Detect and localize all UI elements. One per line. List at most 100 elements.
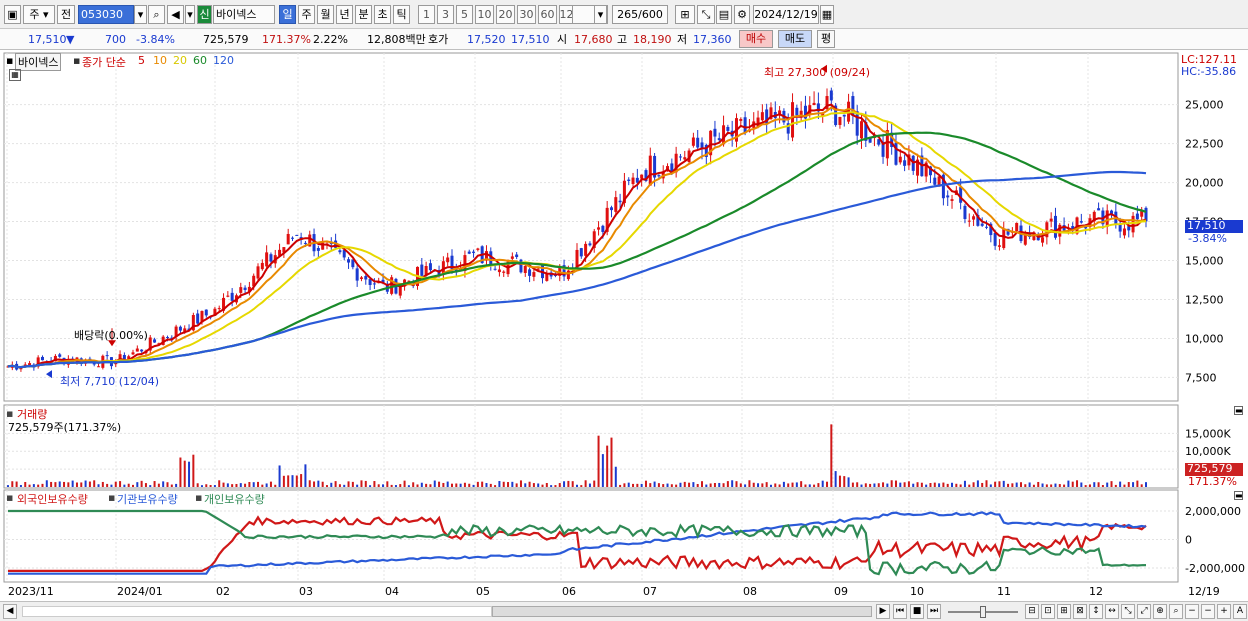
layout-icon[interactable]: ▣	[4, 5, 21, 24]
pyeong-button[interactable]: 평	[817, 30, 835, 48]
candle-body	[760, 112, 764, 121]
holdings-panel-close-icon[interactable]: ▬	[1234, 491, 1243, 500]
font-a-icon[interactable]: A	[1233, 604, 1247, 619]
volume-panel-close-icon[interactable]: ▬	[1234, 406, 1243, 415]
first-icon[interactable]: ⏮	[893, 604, 907, 619]
num-5[interactable]: 5	[456, 5, 473, 24]
holdings-marker-icon: ▪	[6, 491, 14, 504]
period-6[interactable]: 틱	[393, 5, 410, 24]
num-60[interactable]: 60	[538, 5, 557, 24]
code-input[interactable]: 053030	[78, 5, 134, 24]
date-input[interactable]: 2024/12/19	[753, 5, 819, 24]
candle-body	[291, 237, 294, 239]
candle-body	[842, 114, 846, 117]
volume-bar	[28, 484, 31, 487]
tool-d-icon[interactable]: ⊠	[1073, 604, 1087, 619]
save-icon[interactable]: ▤	[716, 5, 732, 24]
jeon-button[interactable]: 전	[57, 5, 75, 24]
xaxis-right-label: 12/19	[1188, 585, 1220, 598]
volume-bar	[162, 481, 165, 487]
high-label: 고	[617, 33, 628, 46]
buy-button[interactable]: 매수	[739, 30, 773, 48]
table-icon[interactable]: ▦	[9, 69, 21, 81]
volume-bar	[403, 480, 406, 487]
volume-bar	[576, 484, 578, 487]
zoom-in-icon[interactable]: +	[1217, 604, 1231, 619]
speaker-icon[interactable]: ◀	[167, 5, 184, 24]
draw-icon[interactable]: ⤡	[697, 5, 715, 24]
num-20[interactable]: 20	[496, 5, 515, 24]
volume-bar	[524, 483, 527, 487]
tool-g-icon[interactable]: ⤡	[1121, 604, 1135, 619]
calendar-icon[interactable]: ▦	[820, 5, 834, 24]
volume-bar	[317, 480, 320, 487]
tool-h-icon[interactable]: ⤢	[1137, 604, 1151, 619]
candle-body	[243, 287, 247, 290]
scrollbar[interactable]: ◀ ▶ ⏮ ■ ⏭ ⊟ ⊡ ⊞ ⊠ ↕ ↔ ⤡ ⤢ ⊕ ⌕ − − + A	[0, 601, 1248, 621]
tool-f-icon[interactable]: ↔	[1105, 604, 1119, 619]
candle-body	[40, 356, 44, 361]
volume-bar	[688, 482, 691, 487]
num-30[interactable]: 30	[517, 5, 536, 24]
period-3[interactable]: 년	[336, 5, 353, 24]
num-1[interactable]: 1	[418, 5, 435, 24]
stop-icon[interactable]: ■	[910, 604, 924, 619]
price-ytick: 20,000	[1185, 177, 1224, 190]
ma-120: 120	[213, 54, 234, 67]
volume-bar	[675, 484, 678, 487]
volume-bar	[920, 482, 923, 487]
volume-bar	[476, 481, 479, 487]
volume-bar	[588, 483, 591, 487]
sell-button[interactable]: 매도	[778, 30, 812, 48]
type-select[interactable]: 주 ▾	[23, 5, 55, 24]
candle-body	[1122, 228, 1126, 236]
volume-bar	[321, 481, 324, 487]
tool-b-icon[interactable]: ⊡	[1041, 604, 1055, 619]
panel-close-icon[interactable]: ▪	[6, 54, 13, 67]
search-zoom-icon[interactable]: ⌕	[1169, 604, 1183, 619]
tool-c-icon[interactable]: ⊞	[1057, 604, 1071, 619]
num-dropdown-icon[interactable]: ▾	[594, 5, 607, 24]
volume-bar	[972, 482, 975, 487]
zoom-handle[interactable]	[980, 606, 986, 618]
chart-type-icon[interactable]: ⊞	[675, 5, 695, 24]
volume-bar	[343, 484, 346, 487]
period-4[interactable]: 분	[355, 5, 372, 24]
zoom-minus-icon[interactable]: −	[1201, 604, 1215, 619]
chart-canvas[interactable]: 25,00022,50020,00017,50015,00012,50010,0…	[0, 51, 1248, 601]
speaker-dropdown-icon[interactable]: ▾	[185, 5, 195, 24]
volume-bar	[899, 482, 902, 487]
volume-bar	[399, 484, 402, 487]
zoom-out-icon[interactable]: −	[1185, 604, 1199, 619]
xaxis-label: 02	[216, 585, 230, 598]
count-field[interactable]: 265/600	[612, 5, 668, 24]
volume-bar	[218, 480, 221, 487]
candle-body	[338, 250, 342, 253]
volume-bar	[580, 485, 583, 487]
volume-bar	[429, 484, 432, 487]
volume-bar	[968, 484, 971, 487]
period-1[interactable]: 주	[298, 5, 315, 24]
scroll-track[interactable]	[22, 606, 492, 617]
scroll-thumb[interactable]	[492, 606, 872, 617]
volume-bar	[425, 483, 428, 487]
gear-icon[interactable]: ⚙	[734, 5, 750, 24]
period-5[interactable]: 초	[374, 5, 391, 24]
volume-bar	[269, 481, 272, 487]
scroll-right-icon[interactable]: ▶	[876, 604, 890, 619]
scroll-left-icon[interactable]: ◀	[3, 604, 17, 619]
period-2[interactable]: 월	[317, 5, 334, 24]
tool-i-icon[interactable]: ⊕	[1153, 604, 1167, 619]
volume-bar	[550, 485, 553, 487]
candle-body	[980, 223, 984, 226]
price-ytick: 10,000	[1185, 332, 1224, 345]
last-icon[interactable]: ⏭	[927, 604, 941, 619]
search-icon[interactable]: ⌕	[148, 5, 165, 24]
num-3[interactable]: 3	[437, 5, 454, 24]
code-dropdown-icon[interactable]: ▾	[134, 5, 147, 24]
period-0[interactable]: 일	[279, 5, 296, 24]
candle-body	[678, 156, 682, 158]
num-10[interactable]: 10	[475, 5, 494, 24]
tool-e-icon[interactable]: ↕	[1089, 604, 1103, 619]
tool-a-icon[interactable]: ⊟	[1025, 604, 1039, 619]
